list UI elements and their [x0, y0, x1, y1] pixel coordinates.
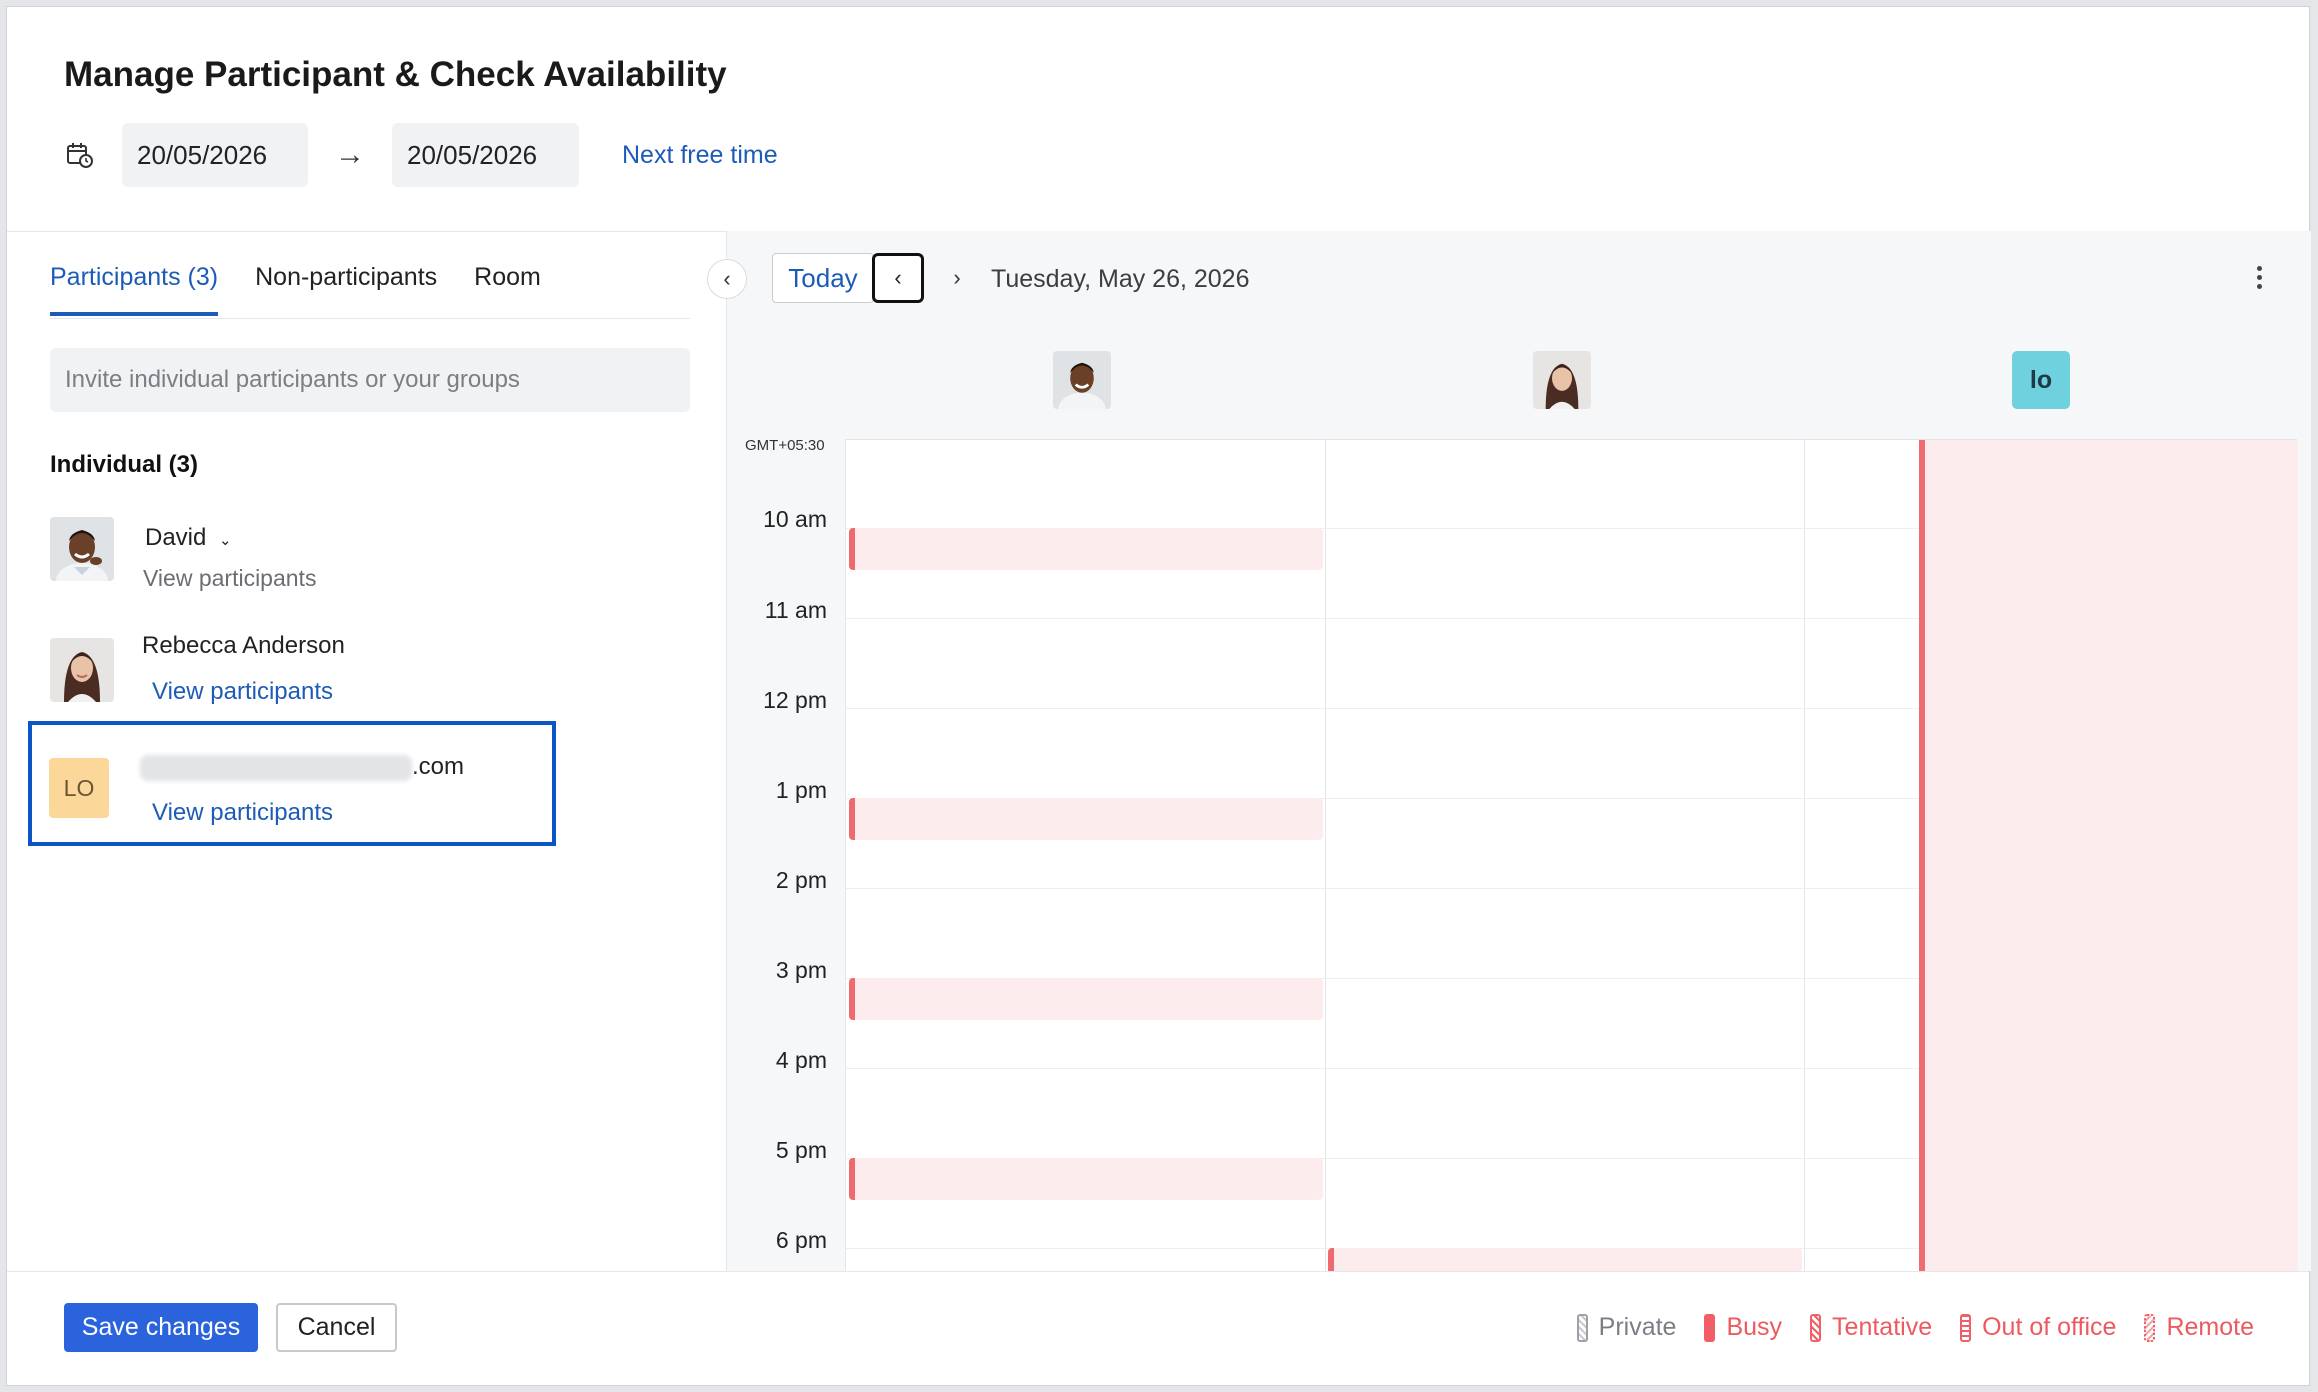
legend-remote: Remote: [2144, 1313, 2254, 1342]
dialog-title: Manage Participant & Check Availability: [64, 55, 727, 94]
more-options-icon[interactable]: [2249, 259, 2269, 295]
today-button[interactable]: Today: [772, 253, 874, 303]
busy-block[interactable]: [1328, 1248, 1802, 1271]
legend-tentative: Tentative: [1810, 1313, 1932, 1342]
save-changes-button[interactable]: Save changes: [64, 1303, 258, 1352]
divider: [7, 1271, 2309, 1272]
start-date-field[interactable]: 20/05/2026: [122, 123, 308, 187]
tab-room[interactable]: Room: [474, 263, 541, 316]
out-of-office-block[interactable]: [1919, 440, 2298, 1271]
column-divider: [1325, 440, 1326, 1271]
cancel-button[interactable]: Cancel: [276, 1303, 397, 1352]
participant-name-rebecca[interactable]: Rebecca Anderson: [142, 632, 345, 660]
invite-input[interactable]: Invite individual participants or your g…: [50, 348, 690, 412]
availability-legend: Private Busy Tentative Out of office Rem…: [1549, 1313, 2254, 1342]
availability-grid[interactable]: [845, 439, 2298, 1271]
legend-out-of-office: Out of office: [1960, 1313, 2116, 1342]
busy-block[interactable]: [849, 798, 1323, 840]
calendar-clock-icon: [62, 137, 98, 173]
chevron-down-icon[interactable]: ⌄: [219, 532, 232, 549]
hour-label: 3 pm: [775, 957, 827, 983]
view-participants-link[interactable]: View participants: [152, 678, 333, 706]
tentative-swatch-icon: [1810, 1313, 1822, 1342]
hour-label: 11 am: [764, 597, 827, 623]
next-day-button[interactable]: ›: [937, 253, 977, 303]
collapse-panel-button[interactable]: ‹: [707, 259, 747, 299]
avatar-rebecca: [50, 638, 114, 702]
view-participants-link[interactable]: View participants: [143, 565, 316, 592]
column-avatar-david: [1053, 351, 1111, 409]
arrow-right-icon: →: [335, 138, 365, 171]
column-avatar-rebecca: [1533, 351, 1591, 409]
hour-label: 2 pm: [775, 867, 827, 893]
busy-block[interactable]: [849, 978, 1323, 1020]
busy-block[interactable]: [849, 528, 1323, 570]
legend-busy: Busy: [1704, 1313, 1782, 1342]
hour-label: 1 pm: [775, 777, 827, 803]
busy-swatch-icon: [1704, 1313, 1716, 1342]
hour-label: 4 pm: [775, 1047, 827, 1073]
legend-private: Private: [1576, 1313, 1676, 1342]
tab-non-participants[interactable]: Non-participants: [255, 263, 437, 316]
hour-label: 12 pm: [763, 687, 827, 713]
timezone-label: GMT+05:30: [745, 437, 825, 454]
end-date-field[interactable]: 20/05/2026: [392, 123, 579, 187]
divider: [50, 318, 690, 319]
out-of-office-swatch-icon: [1960, 1313, 1972, 1342]
highlight-box: [28, 721, 556, 846]
column-divider: [1804, 440, 1805, 1271]
individual-heading: Individual (3): [50, 451, 199, 478]
date-range-row: 20/05/2026 → 20/05/2026 Next free time: [62, 123, 778, 187]
private-swatch-icon: [1576, 1313, 1588, 1342]
hour-label: 6 pm: [775, 1227, 827, 1253]
next-free-time-link[interactable]: Next free time: [622, 141, 778, 170]
avatar-david: [50, 517, 114, 581]
hour-label: 5 pm: [775, 1137, 827, 1163]
previous-day-button[interactable]: ‹: [872, 253, 924, 303]
tab-participants[interactable]: Participants (3): [50, 263, 219, 316]
calendar-panel: Today ‹ › Tuesday, May 26, 2026 lo GMT+0…: [726, 231, 2311, 1271]
remote-swatch-icon: [2144, 1313, 2156, 1342]
hour-label: 10 am: [763, 506, 827, 532]
participant-tabs: Participants (3) Non-participants Room: [50, 263, 578, 316]
column-avatar-lo: lo: [2012, 351, 2070, 409]
participant-name-david[interactable]: David ⌄: [145, 524, 232, 552]
calendar-date: Tuesday, May 26, 2026: [991, 265, 1250, 293]
busy-block[interactable]: [849, 1158, 1323, 1200]
availability-dialog: Manage Participant & Check Availability …: [6, 6, 2311, 1386]
